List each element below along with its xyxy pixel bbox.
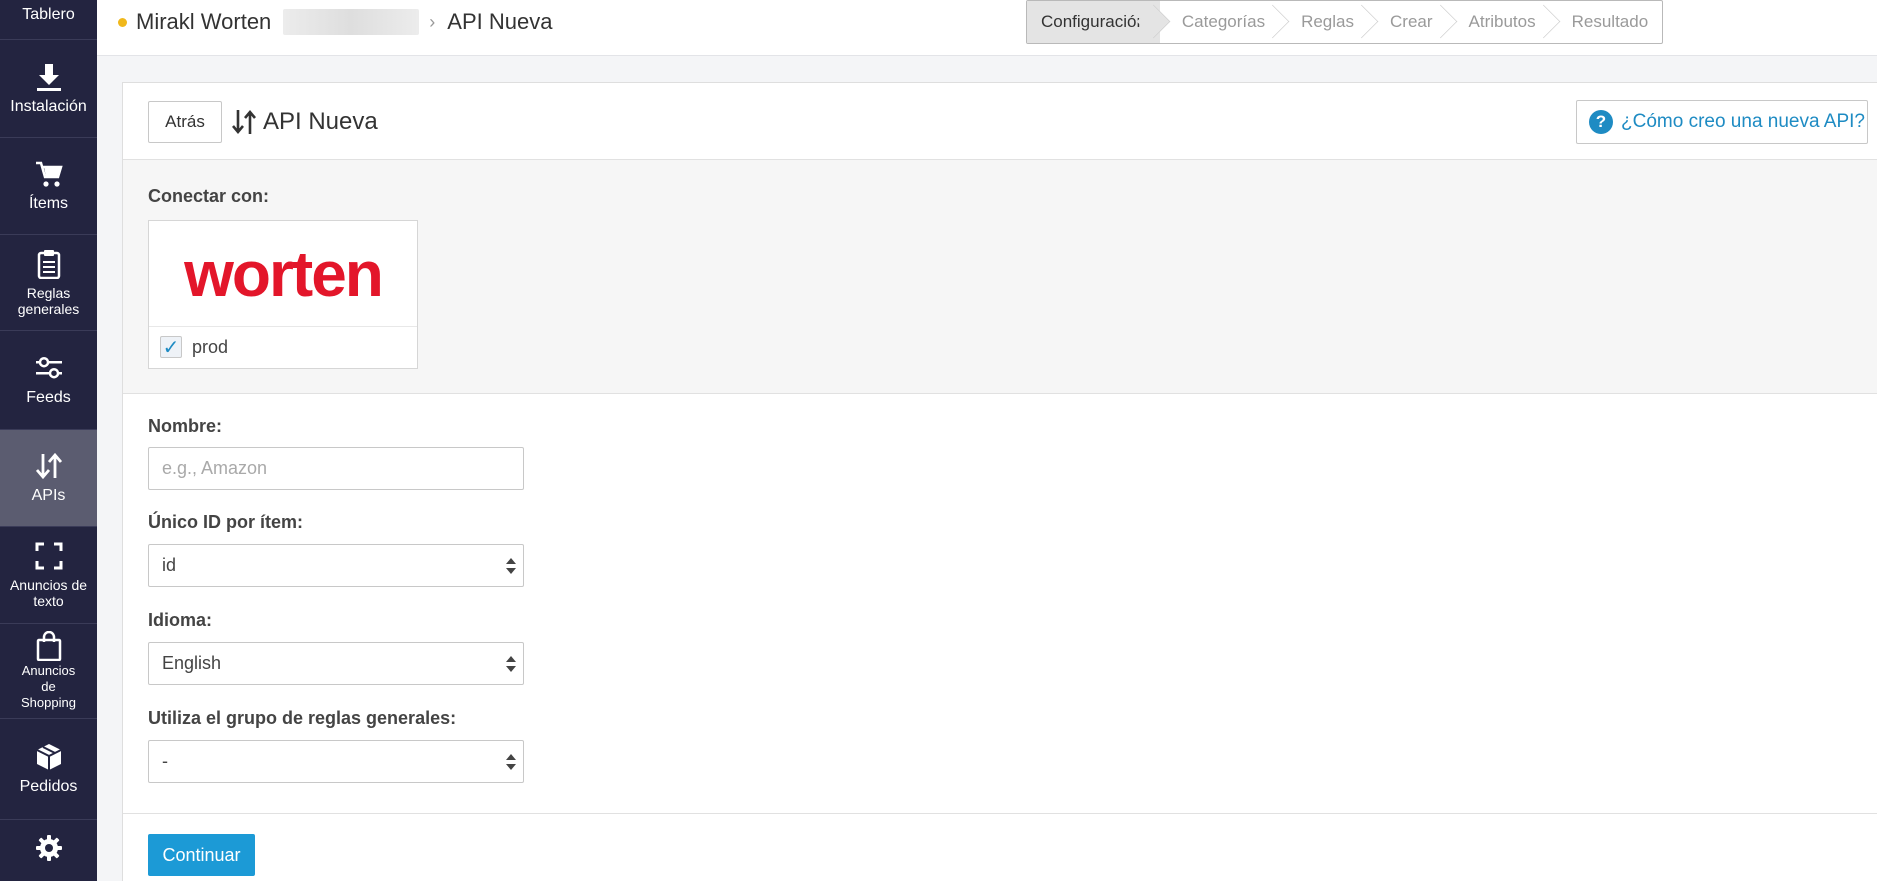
sidebar-item-pedidos[interactable]: Pedidos (0, 719, 97, 820)
back-button[interactable]: Atrás (148, 101, 222, 143)
card-header: Atrás API Nueva ? ¿Cómo creo una nueva A… (123, 83, 1877, 160)
step-resultado[interactable]: Resultado (1550, 1, 1663, 43)
step-configuracion[interactable]: Configuración (1027, 1, 1160, 43)
step-categorias[interactable]: Categorías (1160, 1, 1279, 43)
status-dot (118, 17, 127, 27)
top-bar: Mirakl Worten › API Nueva Configuración … (97, 0, 1877, 56)
box-icon (34, 742, 64, 772)
sidebar-item-label: Tablero (22, 6, 75, 23)
sidebar: Tablero Instalación Ítems Reglas general… (0, 0, 97, 881)
sidebar-item-tablero[interactable]: Tablero (0, 0, 97, 40)
redacted-text (283, 9, 420, 35)
connect-label: Conectar con: (148, 186, 270, 206)
sidebar-item-label: Anuncios de Shopping (21, 663, 76, 710)
sidebar-item-label: Anuncios de texto (9, 577, 88, 609)
step-atributos[interactable]: Atributos (1447, 1, 1550, 43)
page-title: API Nueva (231, 101, 378, 143)
sidebar-item-label: Ítems (28, 195, 69, 212)
breadcrumb-current: API Nueva (447, 9, 553, 34)
name-label: Nombre: (148, 416, 223, 436)
sidebar-item-label: Instalación (10, 97, 87, 115)
clipboard-icon (34, 249, 64, 279)
sidebar-item-anuncios-texto[interactable]: Anuncios de texto (0, 527, 97, 624)
shopping-bag-icon (34, 631, 64, 661)
download-icon (34, 62, 64, 92)
breadcrumb: Mirakl Worten › API Nueva (118, 0, 552, 44)
new-api-card: Atrás API Nueva ? ¿Cómo creo una nueva A… (122, 82, 1877, 881)
rules-group-label: Utiliza el grupo de reglas generales: (148, 708, 457, 728)
cart-icon (34, 159, 64, 189)
question-icon: ? (1589, 110, 1613, 134)
sidebar-item-reglas-generales[interactable]: Reglas generales (0, 235, 97, 331)
sidebar-item-items[interactable]: Ítems (0, 138, 97, 235)
breadcrumb-account[interactable]: Mirakl Worten (136, 9, 271, 35)
sliders-icon (34, 353, 64, 383)
language-label: Idioma: (148, 610, 213, 630)
sidebar-item-settings[interactable] (0, 820, 97, 881)
step-crear[interactable]: Crear (1368, 1, 1447, 43)
sidebar-item-instalacion[interactable]: Instalación (0, 40, 97, 138)
prod-checkbox-label: prod (192, 336, 229, 357)
help-button[interactable]: ? ¿Cómo creo una nueva API? (1576, 100, 1868, 144)
language-select[interactable]: English (148, 642, 524, 685)
chevron-right-icon: › (429, 11, 436, 32)
sidebar-item-label: Reglas generales (17, 284, 80, 317)
unique-id-label: Único ID por ítem: (148, 512, 304, 532)
sidebar-item-feeds[interactable]: Feeds (0, 331, 97, 430)
continue-button[interactable]: Continuar (148, 834, 255, 876)
worten-logo: worten (149, 221, 417, 327)
channel-card-worten[interactable]: worten ✓ prod (148, 220, 418, 369)
select-arrows-icon (505, 556, 517, 576)
wizard-steps: Configuración Categorías Reglas Crear At… (1026, 0, 1664, 44)
select-arrows-icon (505, 654, 517, 674)
name-input[interactable] (148, 447, 524, 490)
unique-id-select[interactable]: id (148, 544, 524, 587)
prod-checkbox[interactable]: ✓ (160, 336, 182, 359)
gear-icon (34, 833, 64, 863)
arrows-updown-icon (231, 108, 257, 136)
arrows-updown-icon (34, 451, 64, 481)
select-arrows-icon (505, 752, 517, 772)
prod-checkbox-row[interactable]: ✓ prod (160, 336, 229, 359)
sidebar-item-label: Feeds (26, 389, 71, 406)
unique-id-value: id (162, 555, 177, 575)
sidebar-item-anuncios-shopping[interactable]: Anuncios de Shopping (0, 624, 97, 719)
page-title-text: API Nueva (263, 108, 378, 135)
sidebar-item-apis[interactable]: APIs (0, 430, 97, 527)
help-button-label: ¿Cómo creo una nueva API? (1621, 111, 1865, 132)
rules-group-value: - (162, 751, 168, 771)
sidebar-item-label: Pedidos (19, 778, 78, 795)
connect-section: Conectar con: worten ✓ prod (123, 160, 1877, 394)
language-value: English (162, 653, 222, 673)
sidebar-item-label: APIs (31, 487, 66, 504)
expand-icon (34, 541, 64, 571)
step-reglas[interactable]: Reglas (1279, 1, 1368, 43)
rules-group-select[interactable]: - (148, 740, 524, 783)
divider (123, 813, 1877, 814)
